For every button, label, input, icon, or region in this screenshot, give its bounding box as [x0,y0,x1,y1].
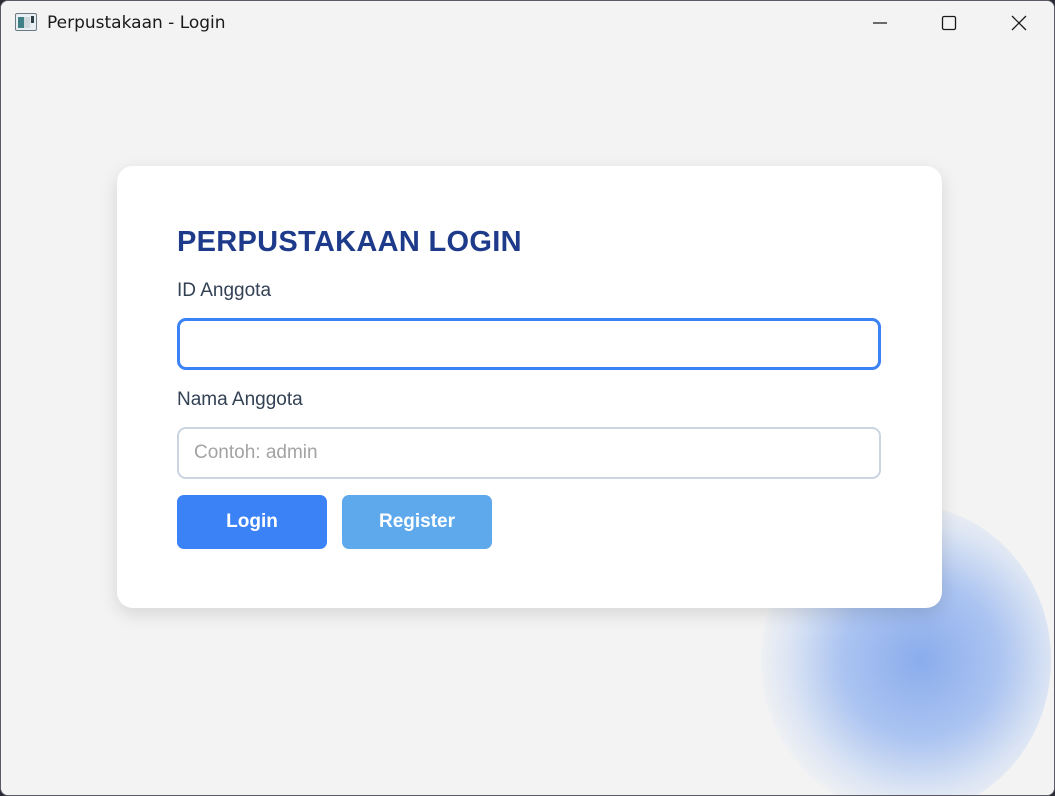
maximize-icon [941,15,957,31]
close-button[interactable] [984,1,1054,45]
maximize-button[interactable] [914,1,984,45]
app-window: Perpustakaan - Login PERPUSTAKAAN LOGIN … [0,0,1055,796]
login-card: PERPUSTAKAAN LOGIN ID Anggota Nama Anggo… [117,166,942,608]
nama-anggota-label: Nama Anggota [177,389,303,410]
title-bar[interactable]: Perpustakaan - Login [1,1,1054,45]
minimize-icon [873,22,887,24]
login-heading: PERPUSTAKAAN LOGIN [177,226,522,258]
close-icon [1011,15,1027,31]
login-button[interactable]: Login [177,495,327,549]
window-title: Perpustakaan - Login [47,13,226,33]
window-content: PERPUSTAKAAN LOGIN ID Anggota Nama Anggo… [1,45,1054,795]
id-anggota-label: ID Anggota [177,280,272,301]
app-icon [15,13,37,31]
minimize-button[interactable] [845,1,915,45]
nama-anggota-input[interactable] [177,427,881,479]
id-anggota-input[interactable] [177,318,881,370]
register-button[interactable]: Register [342,495,492,549]
